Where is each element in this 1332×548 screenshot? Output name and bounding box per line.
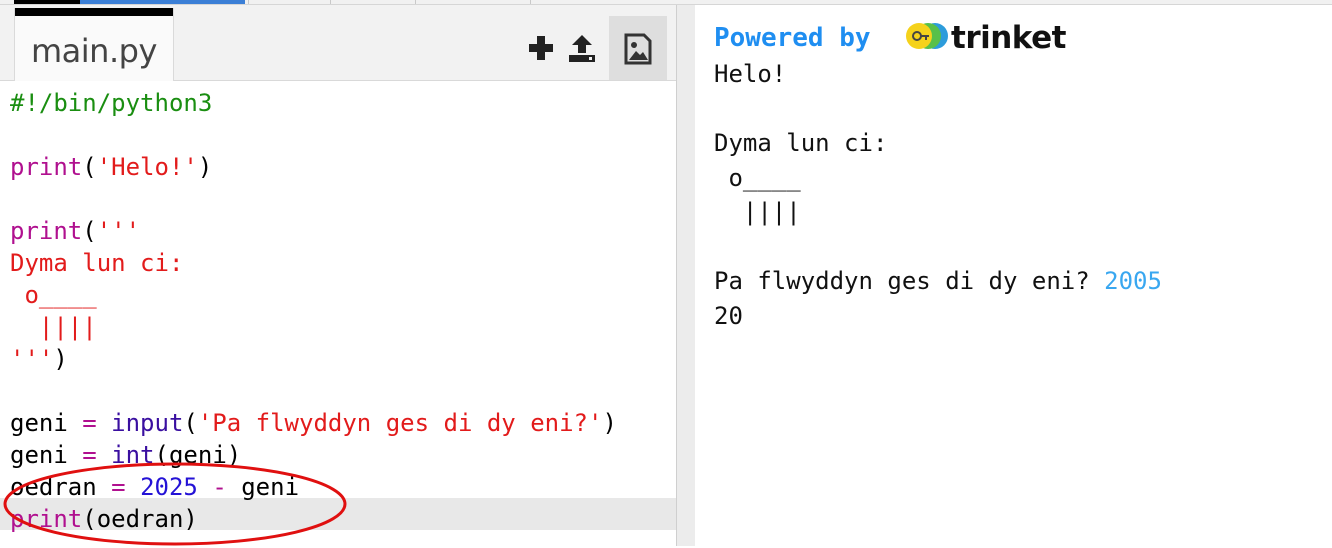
output-line: 20 bbox=[714, 300, 743, 332]
panel-splitter[interactable] bbox=[676, 5, 696, 546]
code-line[interactable]: Dyma lun ci: bbox=[10, 247, 183, 279]
code-token: ( bbox=[82, 153, 97, 181]
tab-active-accent bbox=[15, 8, 173, 16]
image-tool-button[interactable] bbox=[609, 16, 667, 80]
image-icon bbox=[624, 33, 652, 65]
code-token: 'Helo!' bbox=[96, 153, 198, 181]
output-panel: Powered by trinket Helo! Dyma lun ci: o__… bbox=[695, 5, 1332, 546]
code-token: 'Pa flwyddyn ges di dy eni?' bbox=[197, 409, 603, 437]
upload-icon[interactable] bbox=[567, 33, 597, 63]
editor-tab-bar: main.py bbox=[0, 5, 676, 81]
output-text: o____ bbox=[714, 163, 801, 192]
output-text: Dyma lun ci: bbox=[714, 129, 888, 157]
code-token: #!/bin/python3 bbox=[10, 89, 213, 117]
code-line[interactable]: ''') bbox=[10, 343, 68, 375]
trinket-logo-icon[interactable] bbox=[904, 21, 950, 51]
code-token: ) bbox=[197, 153, 213, 181]
output-line: o____ bbox=[714, 162, 801, 194]
output-text: |||| bbox=[714, 198, 801, 226]
code-token: print bbox=[10, 217, 83, 245]
add-file-icon[interactable] bbox=[526, 33, 556, 63]
code-token: |||| bbox=[10, 313, 97, 341]
code-token: geni bbox=[10, 409, 83, 437]
trinket-brand-text[interactable]: trinket bbox=[951, 20, 1066, 56]
code-line[interactable]: print(''' bbox=[10, 215, 140, 247]
code-token: input bbox=[111, 409, 184, 437]
code-line[interactable]: o____ bbox=[10, 279, 97, 311]
code-line[interactable]: print('Helo!') bbox=[10, 151, 212, 183]
output-text: Pa flwyddyn ges di dy eni? bbox=[714, 267, 1105, 295]
code-line[interactable]: geni = input('Pa flwyddyn ges di dy eni?… bbox=[10, 407, 617, 439]
file-tab-main-py[interactable]: main.py bbox=[14, 8, 174, 81]
code-line[interactable]: |||| bbox=[10, 311, 97, 343]
powered-by-label: Powered by bbox=[714, 23, 871, 53]
red-annotation-circle bbox=[3, 462, 347, 546]
code-line[interactable]: #!/bin/python3 bbox=[10, 87, 212, 119]
code-token: ( bbox=[82, 217, 97, 245]
code-token: ''' bbox=[96, 217, 141, 245]
code-token: ) bbox=[53, 345, 68, 373]
code-token: ''' bbox=[10, 345, 54, 373]
output-line: Pa flwyddyn ges di dy eni? 2005 bbox=[714, 265, 1162, 297]
code-token: = bbox=[82, 409, 97, 437]
output-text: 20 bbox=[714, 301, 743, 330]
code-token: ) bbox=[602, 409, 617, 437]
output-line: Dyma lun ci: bbox=[714, 127, 887, 159]
file-tab-label: main.py bbox=[31, 32, 157, 70]
top-tab-active-indicator bbox=[80, 0, 245, 4]
output-line: Helo! bbox=[714, 58, 786, 90]
output-line: |||| bbox=[714, 196, 801, 228]
user-input-echo: 2005 bbox=[1104, 267, 1162, 295]
code-token: Dyma lun ci: bbox=[10, 249, 184, 277]
code-token: print bbox=[10, 153, 83, 181]
code-token: o____ bbox=[10, 281, 97, 309]
code-token: ( bbox=[183, 409, 198, 437]
code-editor-panel: main.py #!/bin/python3 print('Helo!') prin… bbox=[0, 5, 676, 546]
output-text: Helo! bbox=[714, 60, 787, 88]
